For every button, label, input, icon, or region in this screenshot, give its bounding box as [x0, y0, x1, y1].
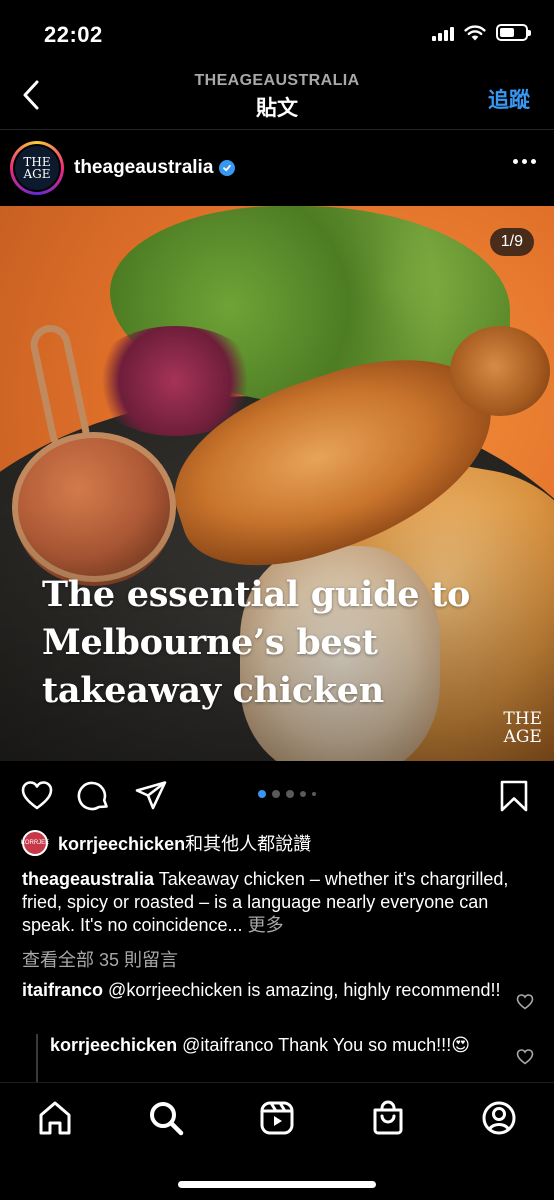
story-ring[interactable]: THE AGE	[10, 141, 64, 195]
comment-text: @korrjeechicken is amazing, highly recom…	[108, 980, 501, 1000]
view-all-comments-link[interactable]: 查看全部 35 則留言	[22, 946, 178, 972]
profile-icon[interactable]	[480, 1099, 518, 1137]
reply-thread-line	[36, 1034, 38, 1082]
comment-username[interactable]: itaifranco	[22, 980, 103, 1000]
reply-like-heart-icon[interactable]	[516, 1048, 534, 1066]
follow-button[interactable]: 追蹤	[488, 84, 530, 114]
search-icon[interactable]	[147, 1099, 185, 1137]
image-headline: The essential guide to Melbourne’s best …	[42, 574, 471, 711]
carousel-indicator	[258, 790, 316, 798]
liked-by-avatar: KORRJEE	[21, 830, 49, 856]
reply-text: @itaifranco Thank You so much!!!😍	[182, 1035, 470, 1055]
status-icons	[432, 24, 531, 41]
post-image[interactable]: 1/9 The essential guide to Melbourne’s b…	[0, 206, 554, 761]
bottom-tab-bar	[0, 1082, 554, 1200]
cellular-signal-icon	[432, 25, 454, 41]
post-header: THE AGE theageaustralia	[0, 131, 554, 206]
reply-username[interactable]: korrjeechicken	[50, 1035, 177, 1055]
avatar-text-line2: AGE	[23, 167, 51, 181]
bookmark-icon[interactable]	[497, 779, 531, 813]
post-author-username: theageaustralia	[74, 157, 214, 178]
home-icon[interactable]	[36, 1099, 74, 1137]
carousel-dot	[312, 792, 316, 796]
verified-badge-icon	[219, 160, 236, 176]
nav-subtitle: THEAGEAUSTRALIA	[194, 72, 360, 89]
post-author[interactable]: theageaustralia	[74, 157, 236, 179]
status-bar: 22:02	[0, 0, 554, 64]
reels-icon[interactable]	[258, 1099, 296, 1137]
comment-icon[interactable]	[77, 779, 111, 813]
nav-titles: THEAGEAUSTRALIA 貼文	[0, 72, 554, 122]
battery-icon	[496, 24, 531, 41]
carousel-dot	[258, 790, 266, 798]
brand-logo: THE AGE	[503, 709, 542, 747]
comment-like-heart-icon[interactable]	[516, 993, 534, 1011]
more-options-button[interactable]	[513, 159, 536, 164]
home-indicator[interactable]	[178, 1181, 376, 1188]
liked-by-suffix: 和其他人都說讚	[185, 834, 312, 854]
wifi-icon	[464, 24, 486, 40]
action-bar	[0, 761, 554, 827]
nav-header: THEAGEAUSTRALIA 貼文 追蹤	[0, 64, 554, 130]
share-icon[interactable]	[134, 779, 168, 813]
comment: itaifranco @korrjeechicken is amazing, h…	[22, 979, 502, 1002]
carousel-dot	[286, 790, 294, 798]
caption: theageaustralia Takeaway chicken – wheth…	[22, 868, 532, 937]
liked-by[interactable]: KORRJEE korrjeechicken和其他人都說讚	[21, 830, 312, 856]
heart-icon[interactable]	[20, 779, 54, 813]
carousel-dot	[300, 791, 306, 797]
caption-username[interactable]: theageaustralia	[22, 869, 154, 889]
page-counter: 1/9	[489, 228, 534, 256]
status-time: 22:02	[44, 22, 103, 47]
liked-by-username[interactable]: korrjeechicken	[58, 834, 185, 854]
avatar: THE AGE	[15, 146, 59, 190]
comment-reply: korrjeechicken @itaifranco Thank You so …	[50, 1034, 490, 1057]
page-title: 貼文	[256, 97, 298, 120]
carousel-dot	[272, 790, 280, 798]
caption-more-link[interactable]: 更多	[248, 915, 284, 935]
shop-icon[interactable]	[369, 1099, 407, 1137]
